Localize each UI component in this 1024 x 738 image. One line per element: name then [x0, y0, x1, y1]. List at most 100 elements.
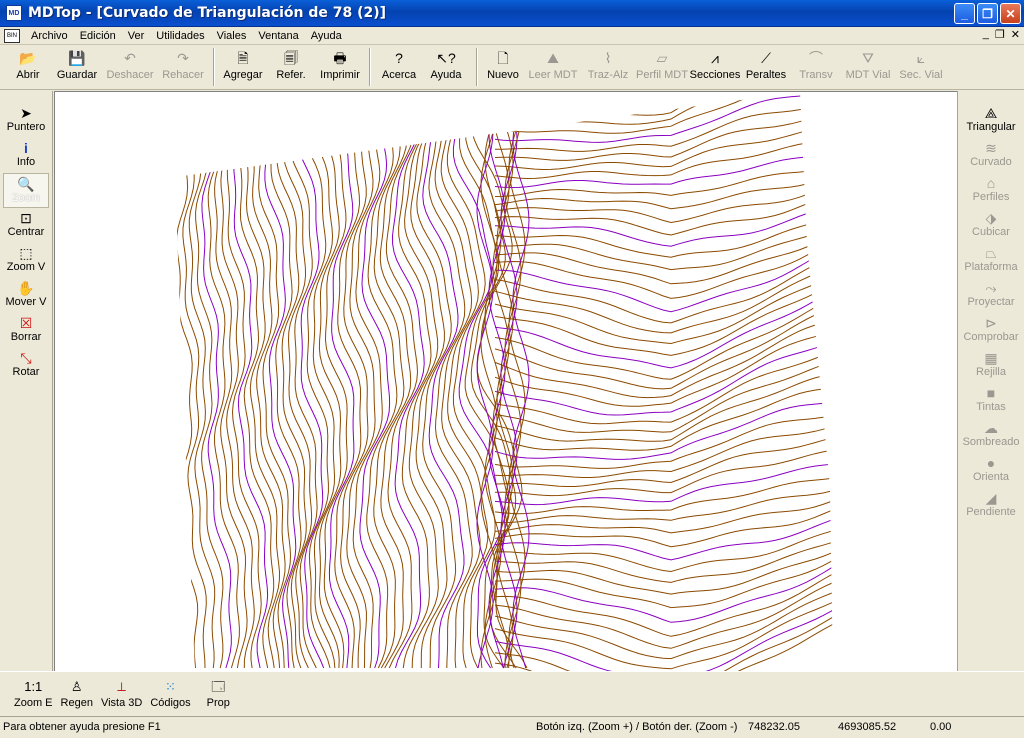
contour-line [494, 570, 833, 637]
contour-line [494, 488, 833, 524]
menu-ayuda[interactable]: Ayuda [305, 30, 348, 42]
mover-v-tool[interactable]: ✋ Mover V [0, 278, 52, 313]
maximize-button[interactable]: ❐ [977, 3, 998, 24]
contour-line [188, 92, 216, 669]
refer-button[interactable]: 🗐 Refer. [268, 46, 314, 81]
contour-line [494, 562, 833, 623]
plataforma-tool[interactable]: ⏢ Plataforma [958, 243, 1024, 278]
sections-icon: ⩘ [711, 50, 719, 66]
centrar-tool[interactable]: ⊡ Centrar [0, 208, 52, 243]
zoom-v-tool[interactable]: ⬚ Zoom V [0, 243, 52, 278]
mdi-close-button[interactable]: ✕ [1011, 28, 1020, 41]
contour-line [494, 539, 833, 583]
deshacer-button[interactable]: ↶ Deshacer [104, 46, 156, 81]
contour-line [416, 92, 457, 669]
pendiente-tool[interactable]: ◢ Pendiente [958, 488, 1024, 523]
agregar-button[interactable]: 🗎 Agregar [218, 46, 268, 81]
status-coord-x: 748232.05 [748, 721, 800, 733]
menu-bar: BIN Archivo Edición Ver Utilidades Viale… [0, 27, 1024, 45]
vista-3d-button[interactable]: ⟂ Vista 3D [97, 672, 146, 715]
puntero-tool[interactable]: ➤ Puntero [0, 103, 52, 138]
regen-button[interactable]: ♙ Regen [57, 672, 97, 715]
menu-ver[interactable]: Ver [122, 30, 151, 42]
drawing-canvas[interactable] [54, 91, 957, 671]
contour-line [494, 92, 833, 134]
left-toolbar: ➤ Puntero i Info 🔍 Zoom ⊡ Centrar ⬚ Zoom V ✋ M… [0, 91, 53, 671]
info-tool[interactable]: i Info [0, 138, 52, 173]
contour-line [288, 92, 318, 669]
contour-line [494, 528, 833, 573]
trace-alignment-icon: ⌇ [604, 50, 612, 66]
mdi-minimize-button[interactable]: _ [983, 28, 989, 41]
menu-edicion[interactable]: Edición [74, 30, 122, 42]
mdt-vial-button[interactable]: ⛛ MDT Vial [841, 46, 895, 81]
pointer-arrow-icon: ➤ [20, 105, 32, 121]
status-help-text: Para obtener ayuda presione F1 [3, 721, 161, 733]
document-icon[interactable]: BIN [4, 28, 20, 43]
orienta-tool[interactable]: ● Orienta [958, 453, 1024, 488]
peraltes-button[interactable]: ⟋ Peraltes [741, 46, 791, 81]
borrar-tool[interactable]: ☒ Borrar [0, 313, 52, 348]
close-button[interactable]: ✕ [1000, 3, 1021, 24]
info-question-icon: ? [395, 50, 403, 66]
contour-line [346, 92, 376, 669]
triangulate-icon: ⟁ [984, 105, 998, 121]
project-icon: ⤳ [985, 280, 997, 296]
acerca-button[interactable]: ? Acerca [374, 46, 424, 81]
regen-icon: ♙ [70, 679, 83, 694]
menu-utilidades[interactable]: Utilidades [150, 30, 210, 42]
right-toolbar: ⟁ Triangular ≋ Curvado ⌂ Perfiles ⬗ Cubicar … [957, 91, 1024, 671]
prop-button[interactable]: 🗔 Prop [203, 672, 234, 715]
contour-line [494, 92, 833, 107]
minimize-button[interactable]: _ [954, 3, 975, 24]
redo-icon: ↷ [177, 50, 189, 66]
app-icon: MD [6, 5, 22, 21]
toolbar-separator [369, 48, 371, 86]
ayuda-button[interactable]: ↖? Ayuda [424, 46, 468, 81]
grid-icon: ▦ [984, 350, 998, 366]
curvado-tool[interactable]: ≋ Curvado [958, 138, 1024, 173]
road-mdt-icon: ⛛ [862, 50, 874, 66]
abrir-button[interactable]: 📂 Abrir [6, 46, 50, 81]
rejilla-tool[interactable]: ▦ Rejilla [958, 348, 1024, 383]
comprobar-tool[interactable]: ⊳ Comprobar [958, 313, 1024, 348]
mdi-restore-button[interactable]: ❐ [995, 28, 1005, 41]
menu-archivo[interactable]: Archivo [25, 30, 74, 42]
contour-line [494, 517, 833, 561]
orientation-sphere-icon: ● [986, 455, 996, 471]
contour-line [494, 401, 833, 460]
contours-icon: ≋ [985, 140, 997, 156]
transv-button[interactable]: ⌒ Transv [791, 46, 841, 81]
imprimir-button[interactable]: 🖶 Imprimir [314, 46, 366, 81]
contour-line [494, 244, 833, 313]
rehacer-button[interactable]: ↷ Rehacer [156, 46, 210, 81]
menu-ventana[interactable]: Ventana [252, 30, 304, 42]
zoom-e-button[interactable]: 1:1 Zoom E [10, 672, 57, 715]
traz-alz-button[interactable]: ⌇ Traz-Alz [581, 46, 635, 81]
cubicar-tool[interactable]: ⬗ Cubicar [958, 208, 1024, 243]
contour-line [440, 92, 489, 669]
bottom-toolbar: 1:1 Zoom E ♙ Regen ⟂ Vista 3D ⁙ Códigos 🗔 Pro… [0, 671, 1024, 715]
triangular-tool[interactable]: ⟁ Triangular [958, 103, 1024, 138]
perfiles-tool[interactable]: ⌂ Perfiles [958, 173, 1024, 208]
contour-line [494, 203, 833, 247]
rotar-tool[interactable]: ⤡ Rotar [0, 348, 52, 383]
codigos-button[interactable]: ⁙ Códigos [146, 672, 194, 715]
sombreado-tool[interactable]: ☁ Sombreado [958, 418, 1024, 453]
proyectar-tool[interactable]: ⤳ Proyectar [958, 278, 1024, 313]
tintas-tool[interactable]: ■ Tintas [958, 383, 1024, 418]
guardar-button[interactable]: 💾 Guardar [50, 46, 104, 81]
tint-square-icon: ■ [986, 385, 996, 401]
platform-icon: ⏢ [985, 245, 997, 261]
menu-viales[interactable]: Viales [211, 30, 253, 42]
read-mdt-icon: ⛰ [547, 50, 559, 66]
magnifier-icon: 🔍 [17, 176, 35, 192]
leer-mdt-button[interactable]: ⛰ Leer MDT [525, 46, 581, 81]
perfil-mdt-button[interactable]: ⏥ Perfil MDT [635, 46, 689, 81]
view-3d-icon: ⟂ [117, 679, 126, 694]
zoom-tool[interactable]: 🔍 Zoom [3, 173, 49, 208]
contour-line [494, 589, 833, 660]
nuevo-button[interactable]: 🗋 Nuevo [481, 46, 525, 81]
sec-vial-button[interactable]: ⟀ Sec. Vial [895, 46, 947, 81]
secciones-button[interactable]: ⩘ Secciones [689, 46, 741, 81]
